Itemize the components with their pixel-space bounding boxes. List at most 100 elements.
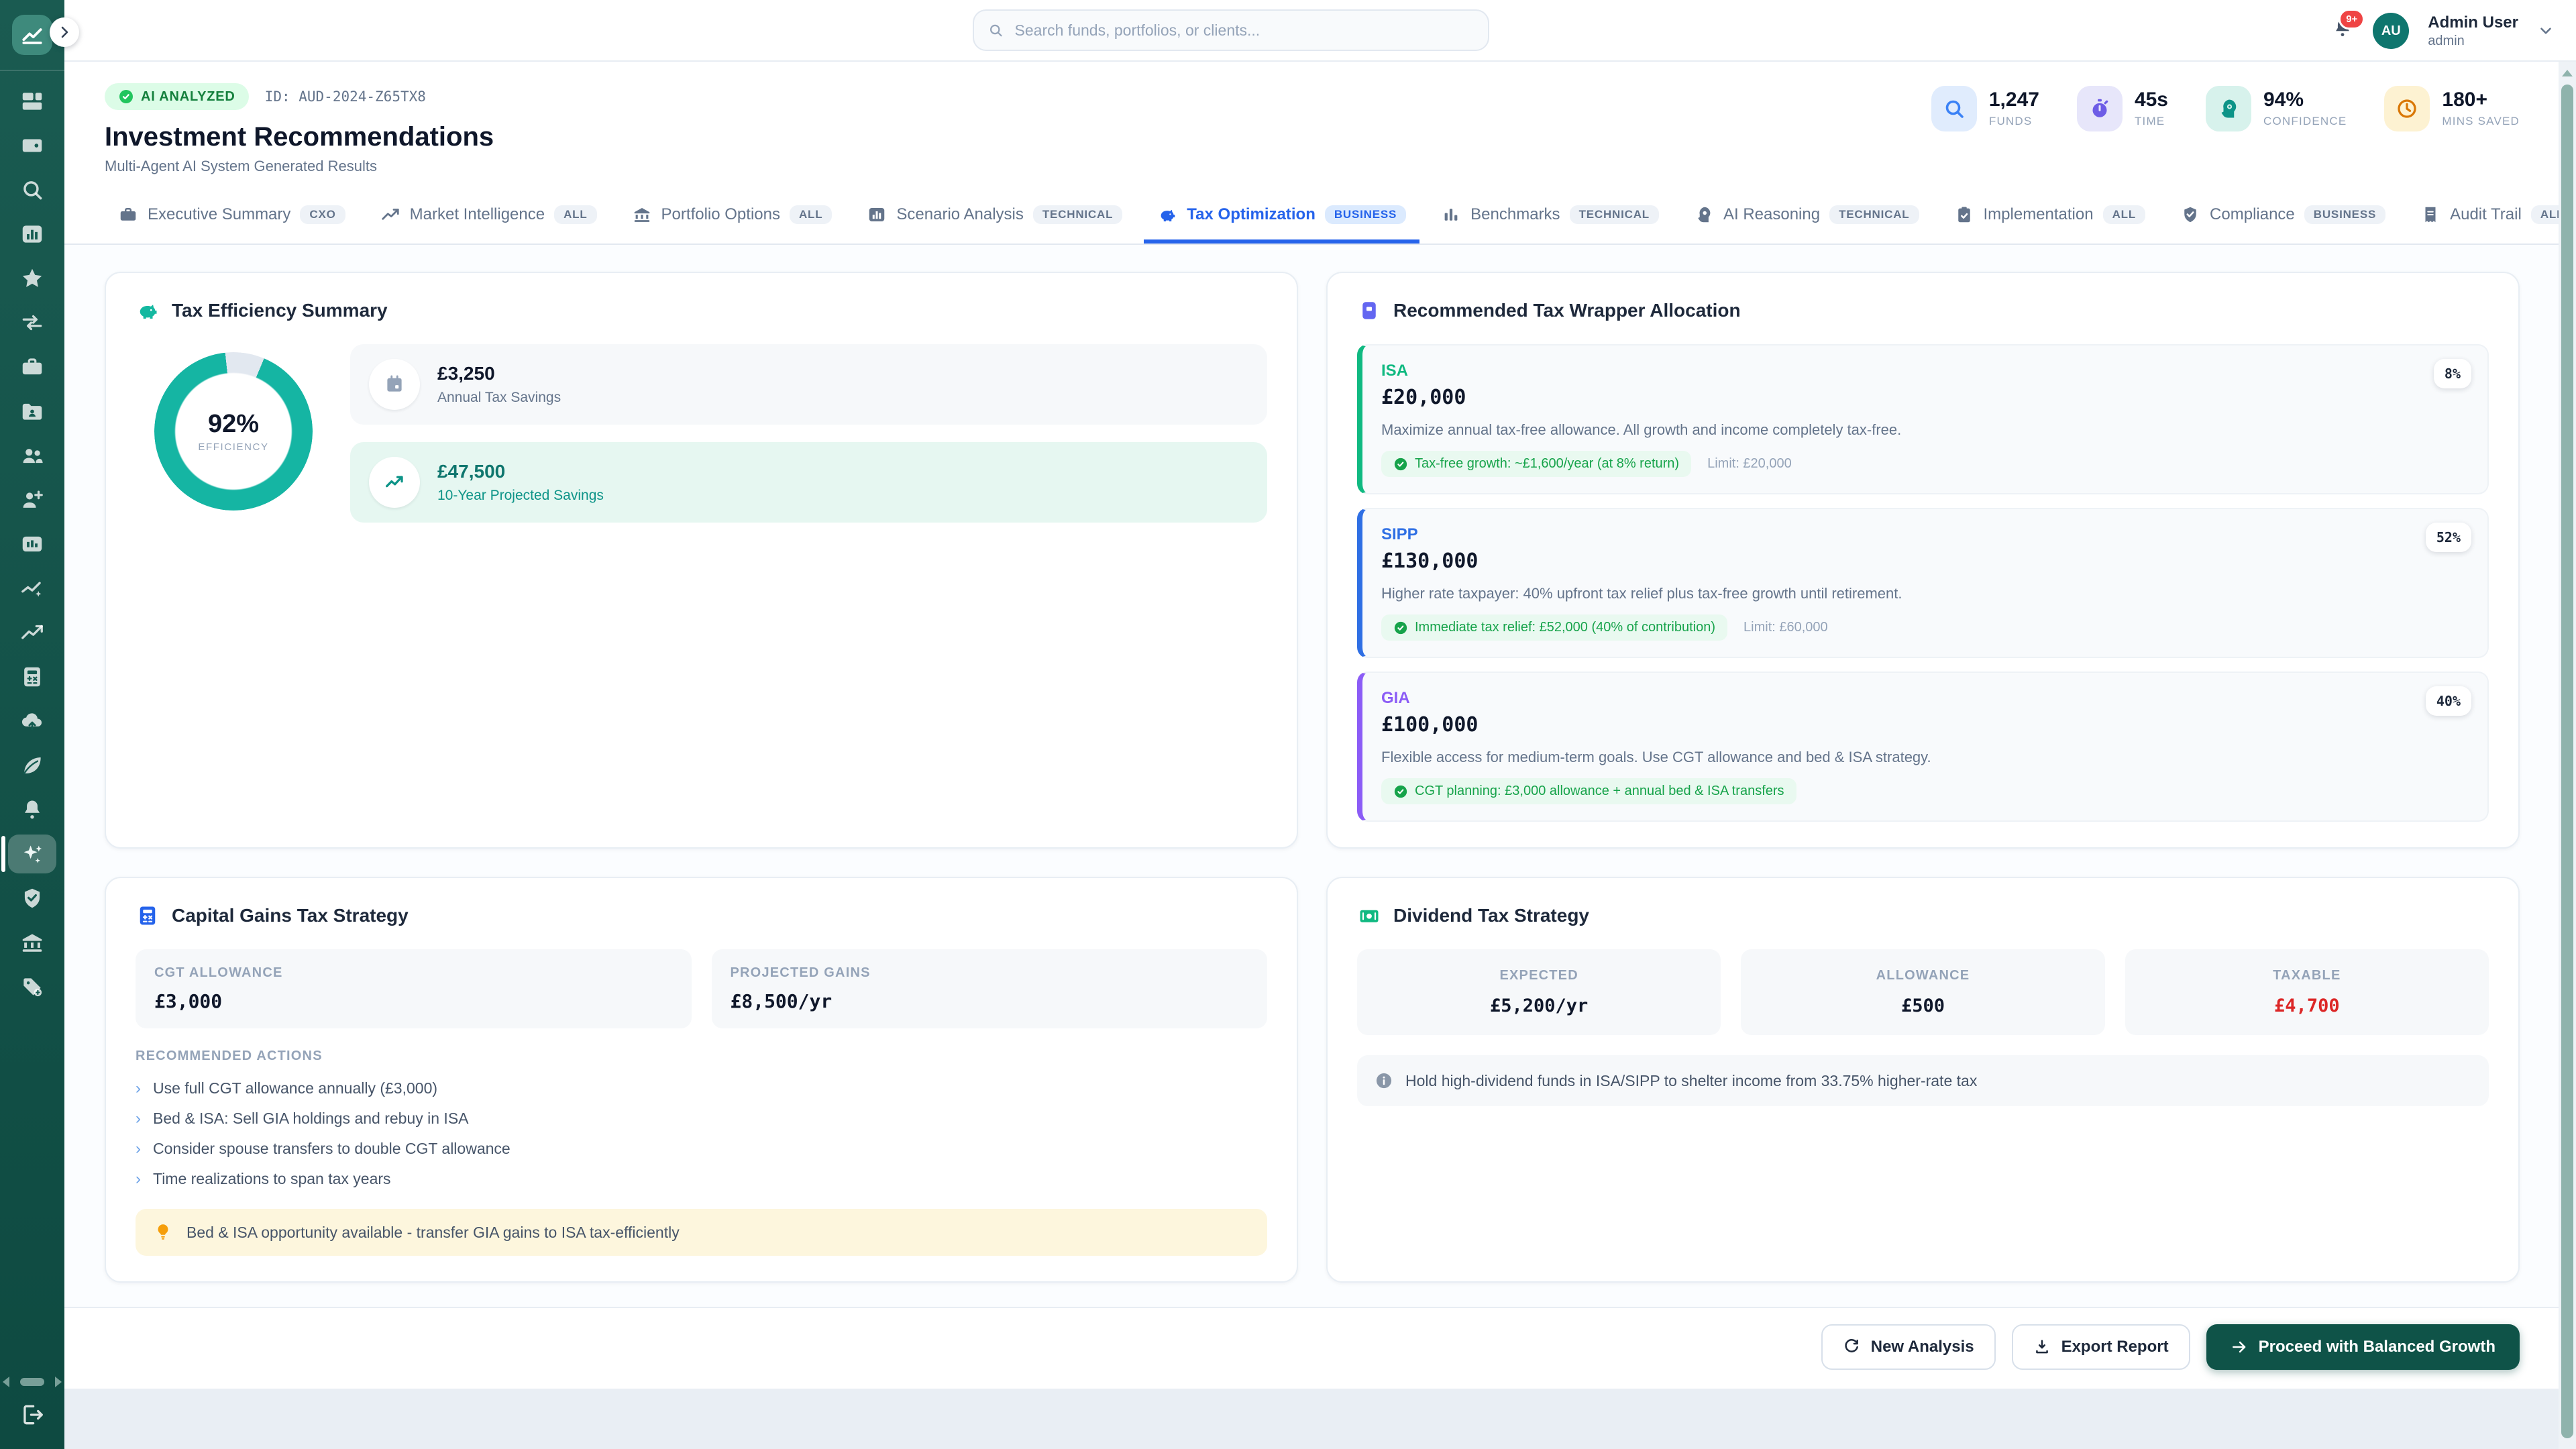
scroll-track[interactable] [12, 1378, 52, 1386]
notifications-button[interactable]: 9+ [2331, 17, 2354, 45]
wrapper-allocation-card: Recommended Tax Wrapper Allocation 8% IS… [1326, 272, 2520, 849]
transfers-icon [19, 310, 45, 335]
action-item: ›Bed & ISA: Sell GIA holdings and rebuy … [136, 1104, 1267, 1134]
calculator-icon [136, 904, 160, 928]
tab-implementation[interactable]: ImplementationALL [1941, 193, 2159, 244]
projected-savings-metric: £47,50010-Year Projected Savings [350, 442, 1267, 523]
new-analysis-button[interactable]: New Analysis [1821, 1324, 1996, 1370]
scroll-up-arrow-icon[interactable] [2562, 70, 2573, 76]
info-icon [1375, 1071, 1393, 1090]
page-subtitle: Multi-Agent AI System Generated Results [105, 158, 494, 175]
sidebar-item-wallet[interactable] [0, 123, 64, 168]
ai-sparkles-icon [19, 841, 45, 867]
kpi-stats: 1,247FUNDS 45sTIME 94%CONFIDENCE 180+MIN… [1931, 86, 2520, 131]
sidebar-nav [0, 79, 64, 1009]
app-logo[interactable] [12, 15, 52, 55]
scroll-thumb[interactable] [2561, 85, 2573, 1438]
scroll-thumb[interactable] [20, 1378, 44, 1386]
top-bar: 9+ AU Admin User admin [64, 0, 2576, 62]
sidebar-item-favorites[interactable] [0, 256, 64, 301]
action-item: ›Use full CGT allowance annually (£3,000… [136, 1073, 1267, 1104]
cgt-allowance-box: CGT ALLOWANCE £3,000 [136, 949, 692, 1028]
stat-funds: 1,247FUNDS [1931, 86, 2039, 131]
portfolio-folder-icon [19, 398, 45, 424]
trending-up-icon [383, 471, 406, 494]
sidebar-item-ai-recommendations[interactable] [0, 832, 64, 876]
refresh-icon [1843, 1338, 1860, 1356]
piggy-bank-icon [136, 299, 160, 323]
sidebar-item-dashboard[interactable] [0, 79, 64, 123]
trending-icon [19, 620, 45, 645]
download-icon [2033, 1338, 2051, 1356]
efficiency-donut-chart: 92% EFFICIENCY [154, 352, 313, 511]
cloud-upload-icon [19, 708, 45, 734]
sidebar-item-calculator[interactable] [0, 655, 64, 699]
chevron-right-icon: › [136, 1111, 141, 1127]
sidebar-item-trending[interactable] [0, 610, 64, 655]
tag-icon [19, 974, 45, 1000]
sidebar-item-users[interactable] [0, 433, 64, 478]
tab-scenario-analysis[interactable]: Scenario AnalysisTECHNICAL [853, 193, 1136, 244]
search-icon [987, 21, 1004, 39]
page-header: AI ANALYZED ID: AUD-2024-Z65TX8 Investme… [64, 62, 2576, 175]
stat-confidence: 94%CONFIDENCE [2206, 86, 2347, 131]
gia-benefit-pill: CGT planning: £3,000 allowance + annual … [1381, 778, 1796, 804]
stat-time: 45sTIME [2077, 86, 2168, 131]
vertical-scrollbar[interactable] [2559, 62, 2576, 1449]
sidebar-item-briefcase[interactable] [0, 345, 64, 389]
sidebar-horizontal-scrollbar[interactable] [0, 1375, 64, 1389]
logout-icon [19, 1402, 45, 1428]
sidebar-item-cloud-upload[interactable] [0, 699, 64, 743]
sidebar-item-bar-chart[interactable] [0, 522, 64, 566]
chevron-right-icon: › [136, 1171, 141, 1187]
tab-portfolio-options[interactable]: Portfolio OptionsALL [619, 193, 846, 244]
card-title: Tax Efficiency Summary [172, 300, 388, 321]
sidebar-item-notifications[interactable] [0, 788, 64, 832]
tab-bar: Executive SummaryCXO Market Intelligence… [64, 193, 2576, 245]
avatar[interactable]: AU [2373, 13, 2409, 49]
briefcase-icon [19, 354, 45, 380]
receipt-icon [2420, 205, 2440, 225]
export-report-button[interactable]: Export Report [2012, 1324, 2190, 1370]
sidebar-item-compliance[interactable] [0, 876, 64, 920]
sidebar-item-sparkline[interactable] [0, 566, 64, 610]
add-user-icon [19, 487, 45, 513]
user-menu[interactable]: Admin User admin [2428, 13, 2518, 49]
sidebar-item-institutions[interactable] [0, 920, 64, 965]
efficiency-label: EFFICIENCY [198, 441, 268, 453]
taxable-dividend-box: TAXABLE £4,700 [2125, 949, 2489, 1035]
sidebar-item-pricing-tag[interactable] [0, 965, 64, 1009]
analysis-id: ID: AUD-2024-Z65TX8 [265, 89, 426, 105]
chevron-down-icon[interactable] [2537, 22, 2555, 40]
tab-executive-summary[interactable]: Executive SummaryCXO [105, 193, 359, 244]
search-icon [1942, 97, 1966, 121]
tab-audit-trail[interactable]: Audit TrailALL [2407, 193, 2576, 244]
tab-tax-optimization[interactable]: Tax OptimizationBUSINESS [1144, 193, 1419, 244]
sidebar-expand-button[interactable] [50, 17, 79, 47]
sipp-benefit-pill: Immediate tax relief: £52,000 (40% of co… [1381, 614, 1727, 641]
sidebar-item-search[interactable] [0, 168, 64, 212]
global-search[interactable] [973, 9, 1489, 51]
capital-gains-card: Capital Gains Tax Strategy CGT ALLOWANCE… [105, 877, 1298, 1283]
scroll-right-arrow-icon[interactable] [55, 1377, 62, 1387]
lightbulb-icon [153, 1222, 173, 1242]
annual-tax-savings-metric: £3,250Annual Tax Savings [350, 344, 1267, 425]
tab-benchmarks[interactable]: BenchmarksTECHNICAL [1428, 193, 1672, 244]
sidebar-item-chart-box[interactable] [0, 212, 64, 256]
scroll-left-arrow-icon[interactable] [3, 1377, 9, 1387]
tab-market-intelligence[interactable]: Market IntelligenceALL [367, 193, 610, 244]
tab-compliance[interactable]: ComplianceBUSINESS [2167, 193, 2399, 244]
sidebar-item-portfolio-folder[interactable] [0, 389, 64, 433]
logout-button[interactable] [19, 1402, 45, 1433]
user-name: Admin User [2428, 13, 2518, 32]
sidebar-item-transfers[interactable] [0, 301, 64, 345]
action-item: ›Time realizations to span tax years [136, 1164, 1267, 1194]
proceed-button[interactable]: Proceed with Balanced Growth [2206, 1324, 2520, 1370]
stopwatch-icon [2088, 97, 2112, 121]
card-title: Dividend Tax Strategy [1393, 905, 1589, 926]
search-input[interactable] [1015, 21, 1474, 40]
sidebar-item-add-user[interactable] [0, 478, 64, 522]
sidebar-item-leaf[interactable] [0, 743, 64, 788]
chevron-right-icon [56, 24, 72, 40]
tab-ai-reasoning[interactable]: AI ReasoningTECHNICAL [1680, 193, 1933, 244]
